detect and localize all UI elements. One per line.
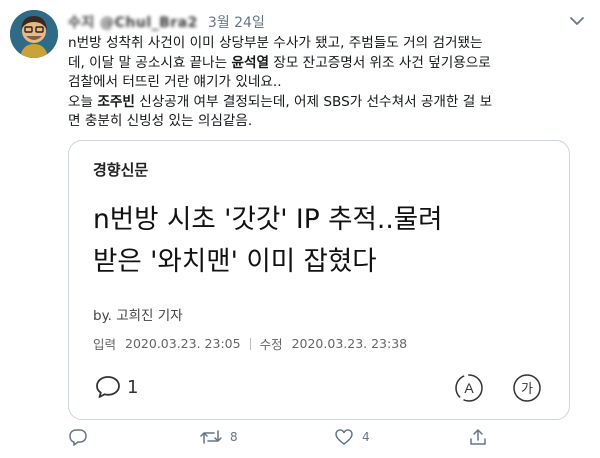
input-label: 입력 — [93, 337, 117, 352]
text-segment: 오늘 — [68, 93, 98, 110]
avatar[interactable] — [10, 10, 58, 58]
card-comment-button[interactable]: 1 — [95, 375, 138, 399]
tweet-text-line: 데, 이달 말 공소시효 끝나는 윤석열 장모 잔고증명서 위조 사건 덮기용으… — [68, 54, 588, 74]
like-button[interactable]: 4 — [334, 428, 370, 446]
tweet-text-line: 면 충분히 신빙성 있는 의심같음. — [68, 112, 588, 132]
font-size-icon[interactable]: 가 — [511, 372, 543, 404]
retweet-button[interactable]: 8 — [200, 428, 238, 446]
edit-date: 2020.03.23. 23:38 — [291, 336, 408, 351]
tweet-date[interactable]: 3월 24일 — [208, 12, 265, 32]
card-byline: by. 고희진 기자 — [93, 308, 183, 324]
tweet: 수지 @Chul_Bra2 3월 24일 n번방 성착취 사건이 이미 상당부분… — [0, 0, 600, 458]
link-card[interactable]: 경향신문 n번방 시초 '갓갓' IP 추적..물려 받은 '와치맨' 이미 잡… — [68, 140, 570, 420]
text-to-speech-icon[interactable]: A — [453, 372, 485, 404]
tweet-text-line: 오늘 조주빈 신상공개 여부 결정되는데, 어제 SBS가 선수쳐서 공개한 걸… — [68, 93, 588, 113]
retweet-icon — [200, 430, 222, 444]
input-date: 2020.03.23. 23:05 — [125, 336, 241, 351]
tweet-text-line: n번방 성착취 사건이 이미 상당부분 수사가 됐고, 주범들도 거의 검거됐는 — [68, 34, 588, 54]
text-segment: 장모 잔고증명서 위조 사건 덮기용으로 — [269, 54, 491, 71]
comment-icon — [96, 376, 120, 398]
like-count: 4 — [362, 430, 370, 444]
highlighted-name: 윤석열 — [231, 54, 270, 71]
text-segment: 면 충분히 신빙성 있는 의심같음. — [68, 113, 253, 130]
text-segment: n번방 성착취 사건이 이미 상당부분 수사가 됐고, 주범들도 거의 검거됐는 — [68, 35, 483, 51]
card-headline: n번방 시초 '갓갓' IP 추적..물려 받은 '와치맨' 이미 잡혔다 — [93, 199, 443, 283]
share-icon — [470, 429, 486, 445]
divider — [249, 337, 251, 350]
edit-label: 수정 — [259, 337, 283, 352]
chevron-down-icon[interactable] — [568, 12, 586, 30]
speech-bubble-icon — [69, 429, 87, 446]
highlighted-name: 조주빈 — [97, 93, 135, 110]
comment-count: 1 — [127, 376, 139, 398]
tweet-text-line: 검찰에서 터뜨린 거란 얘기가 있네요.. — [68, 73, 588, 93]
tweet-text: n번방 성착취 사건이 이미 상당부분 수사가 됐고, 주범들도 거의 검거됐는… — [68, 34, 588, 132]
card-publisher: 경향신문 — [93, 161, 149, 179]
user-name[interactable]: 수지 @Chul_Bra2 — [68, 12, 198, 32]
text-segment: 검찰에서 터뜨린 거란 얘기가 있네요.. — [68, 74, 282, 91]
text-segment: 데, 이달 말 공소시효 끝나는 — [68, 54, 232, 71]
card-dates: 입력 2020.03.23. 23:05 수정 2020.03.23. 23:3… — [93, 334, 407, 353]
text-segment: 신상공개 여부 결정되는데, 어제 SBS가 선수쳐서 공개한 걸 보 — [134, 93, 493, 110]
card-headline-line: n번방 시초 '갓갓' IP 추적..물려 — [93, 204, 443, 235]
tweet-actions: 8 4 — [0, 424, 600, 454]
share-button[interactable] — [468, 428, 488, 446]
card-headline-line: 받은 '와치맨' 이미 잡혔다 — [93, 246, 377, 277]
reply-button[interactable] — [68, 428, 96, 446]
heart-icon — [335, 429, 353, 445]
tweet-header: 수지 @Chul_Bra2 3월 24일 — [68, 12, 265, 32]
svg-text:A: A — [464, 380, 474, 396]
svg-text:가: 가 — [521, 382, 533, 397]
retweet-count: 8 — [230, 430, 238, 444]
